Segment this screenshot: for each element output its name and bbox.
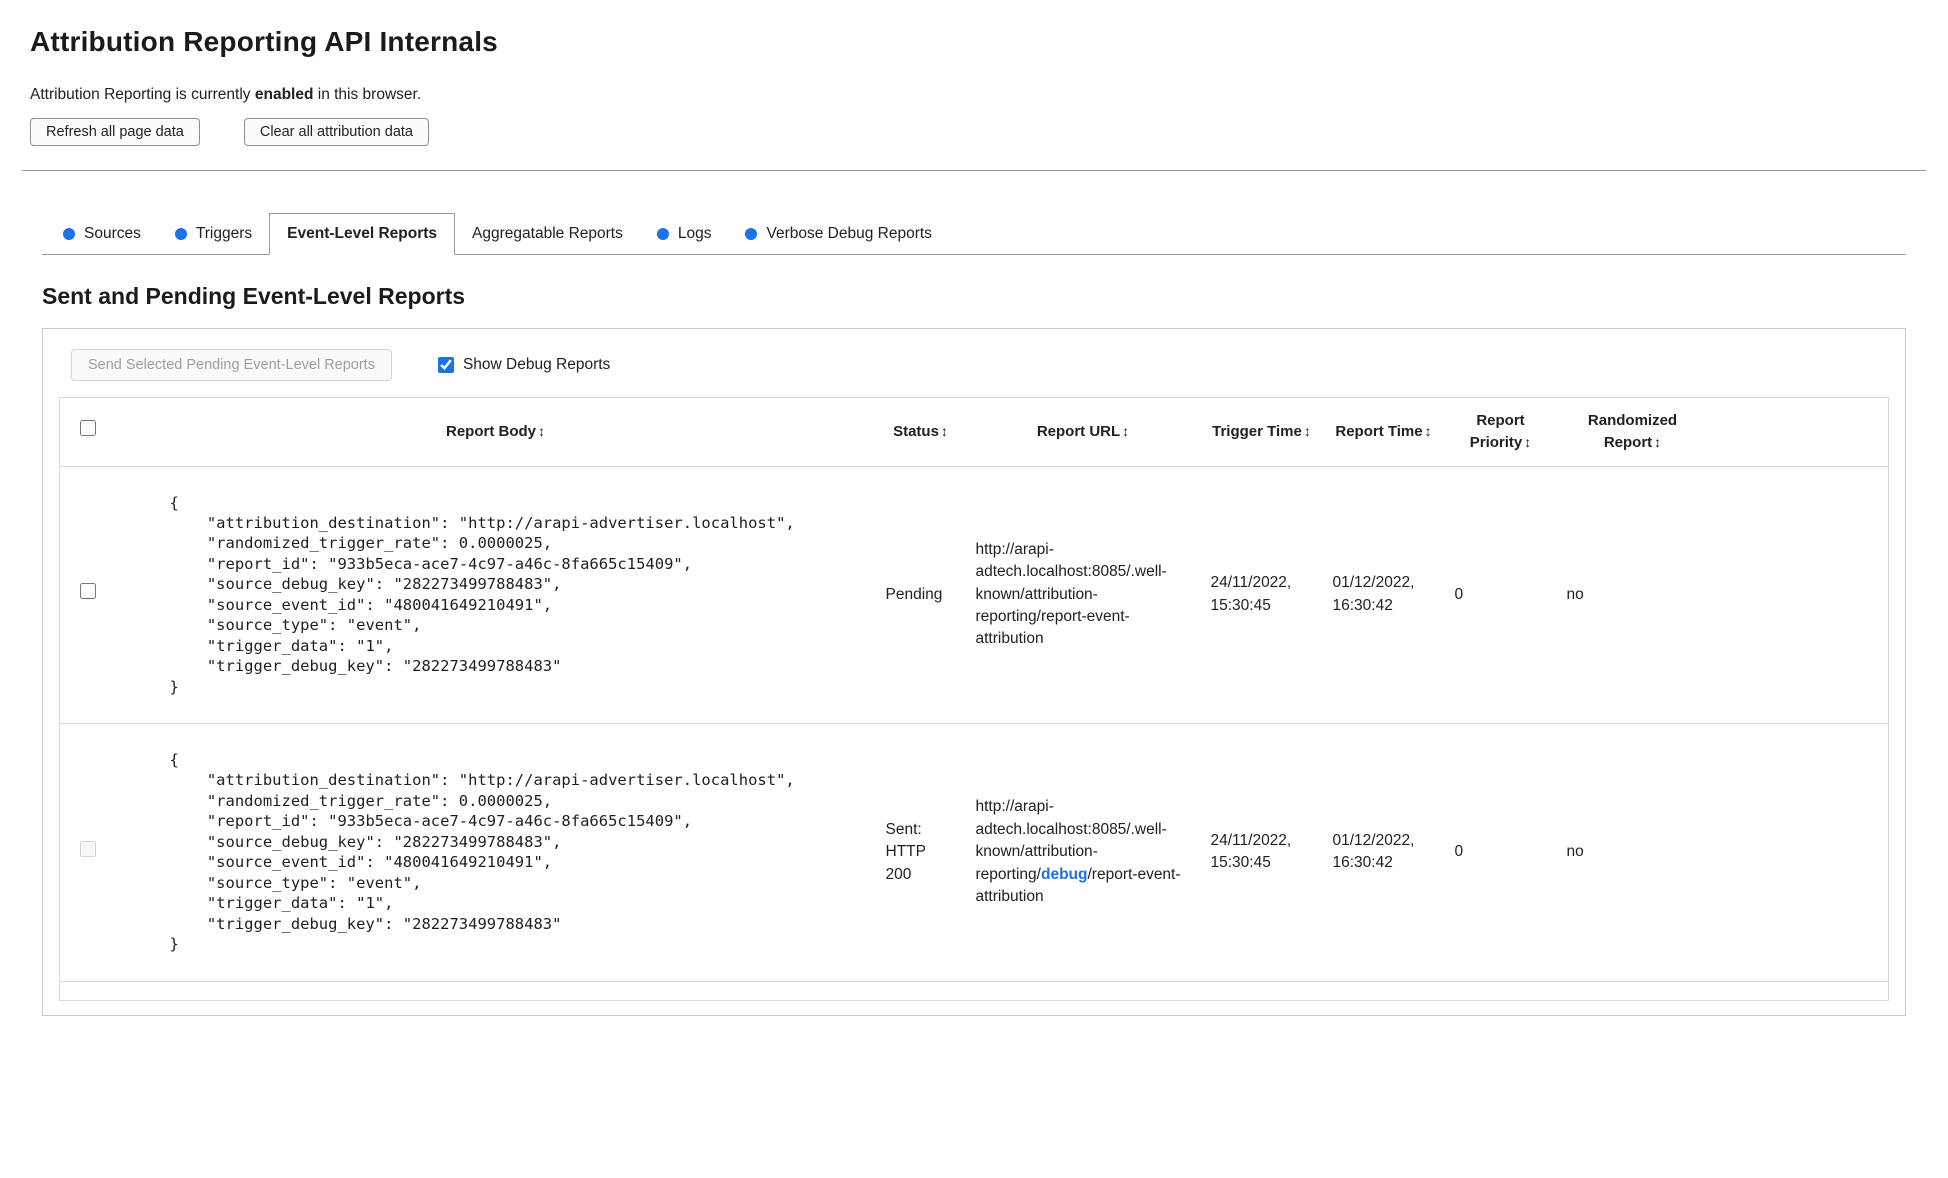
show-debug-reports-label: Show Debug Reports: [462, 356, 611, 373]
row-select-cell: [60, 466, 116, 724]
tab-verbose-debug-reports[interactable]: Verbose Debug Reports: [728, 214, 948, 254]
top-buttons: Refresh all page data Clear all attribut…: [30, 118, 1918, 146]
row-select-cell: [60, 724, 116, 982]
section-heading: Sent and Pending Event-Level Reports: [42, 283, 466, 309]
divider: [22, 170, 1926, 171]
column-header-report-url[interactable]: Report URL ↕: [966, 398, 1201, 467]
page-title: Attribution Reporting API Internals: [30, 26, 498, 57]
send-selected-pending-reports-button[interactable]: Send Selected Pending Event-Level Report…: [71, 349, 392, 381]
new-data-dot-icon: [174, 228, 187, 240]
spacer-cell: [1709, 466, 1889, 724]
tab-label: Aggregatable Reports: [472, 225, 623, 242]
new-data-dot-icon: [63, 228, 75, 240]
report-url-text: http://arapi-adtech.localhost:8085/.well…: [975, 540, 1167, 648]
status-cell: Pending: [885, 585, 943, 603]
report-row: { "attribution_destination": "http://ara…: [59, 466, 1889, 724]
row-select-checkbox: [79, 840, 96, 857]
report-priority-cell: 0: [1454, 585, 1464, 603]
report-body-json: { "attribution_destination": "http://ara…: [169, 493, 795, 696]
tab-label: Logs: [677, 225, 712, 242]
report-time-cell: 01/12/2022, 16:30:42: [1332, 574, 1415, 614]
clear-all-attribution-data-button[interactable]: Clear all attribution data: [243, 118, 429, 146]
column-label: Report URL: [1036, 422, 1121, 440]
sort-icon: ↕: [1524, 433, 1532, 450]
tab-label: Event-Level Reports: [287, 225, 438, 242]
sort-icon: ↕: [1303, 422, 1311, 439]
column-header-trigger-time[interactable]: Trigger Time ↕: [1201, 398, 1323, 467]
tab-sources[interactable]: Sources: [46, 214, 158, 254]
report-row: { "attribution_destination": "http://ara…: [59, 724, 1889, 982]
sort-icon: ↕: [940, 422, 948, 439]
attribution-internals-page: Attribution Reporting API Internals Attr…: [22, 26, 1926, 1016]
select-all-header-cell: [60, 398, 116, 467]
tab-triggers[interactable]: Triggers: [158, 214, 269, 254]
event-level-reports-table: Report Body ↕ Status ↕ Report URL ↕ Trigger…: [59, 397, 1889, 1001]
show-debug-reports-toggle[interactable]: Show Debug Reports: [437, 356, 611, 374]
refresh-all-page-data-button[interactable]: Refresh all page data: [30, 118, 200, 146]
sort-icon: ↕: [1654, 433, 1662, 450]
status-enabled-text: enabled: [254, 86, 314, 103]
panel-toolbar: Send Selected Pending Event-Level Report…: [59, 349, 1889, 381]
column-header-report-body[interactable]: Report Body ↕: [116, 398, 876, 467]
column-label: Report Body: [446, 422, 536, 440]
column-header-randomized-report[interactable]: Randomized Report ↕: [1557, 398, 1709, 467]
column-label: Report Time: [1335, 422, 1423, 440]
tab-aggregatable-reports[interactable]: Aggregatable Reports: [455, 214, 640, 254]
tab-label: Sources: [84, 225, 141, 242]
column-header-status[interactable]: Status ↕: [876, 398, 966, 467]
tab-label: Verbose Debug Reports: [766, 225, 932, 242]
spacer-cell: [1709, 724, 1889, 982]
new-data-dot-icon: [745, 228, 758, 240]
column-label: Status: [893, 422, 939, 440]
tab-bar: Sources Triggers Event-Level Reports Agg…: [42, 213, 1906, 255]
column-label: Randomized Report: [1587, 412, 1678, 451]
report-body-cell: { "attribution_destination": "http://ara…: [116, 724, 876, 982]
lower-content: Sources Triggers Event-Level Reports Agg…: [42, 213, 1906, 1016]
column-label: Report Priority: [1469, 412, 1525, 451]
select-all-checkbox[interactable]: [79, 420, 96, 437]
tab-logs[interactable]: Logs: [640, 214, 729, 254]
show-debug-reports-checkbox[interactable]: [437, 357, 454, 373]
sort-icon: ↕: [538, 422, 545, 439]
row-select-checkbox[interactable]: [79, 583, 96, 600]
report-url-debug-highlight: debug: [1040, 865, 1088, 883]
reports-panel: Send Selected Pending Event-Level Report…: [42, 328, 1906, 1016]
tab-event-level-reports[interactable]: Event-Level Reports: [269, 213, 456, 255]
report-body-json: { "attribution_destination": "http://ara…: [169, 751, 795, 954]
report-url-cell: http://arapi-adtech.localhost:8085/.well…: [966, 466, 1201, 724]
column-header-report-time[interactable]: Report Time ↕: [1323, 398, 1445, 467]
status-text-prefix: Attribution Reporting is currently: [30, 86, 255, 103]
trigger-time-cell: 24/11/2022, 15:30:45: [1210, 574, 1292, 614]
table-header-row: Report Body ↕ Status ↕ Report URL ↕ Trigger…: [59, 398, 1889, 467]
new-data-dot-icon: [656, 228, 669, 240]
sort-icon: ↕: [1122, 422, 1130, 439]
tab-label: Triggers: [195, 225, 253, 242]
column-header-report-priority[interactable]: Report Priority ↕: [1445, 398, 1557, 467]
report-url-cell: http://arapi-adtech.localhost:8085/.well…: [966, 724, 1201, 982]
status-cell: Sent: HTTP 200: [885, 820, 926, 883]
report-time-cell: 01/12/2022, 16:30:42: [1332, 831, 1415, 872]
table-footer-row: [60, 981, 1889, 1000]
report-priority-cell: 0: [1454, 843, 1464, 861]
status-line: Attribution Reporting is currently enabl…: [30, 86, 1918, 104]
trigger-time-cell: 24/11/2022, 15:30:45: [1210, 831, 1292, 872]
randomized-report-cell: no: [1566, 585, 1584, 603]
column-label: Trigger Time: [1212, 422, 1302, 440]
report-body-cell: { "attribution_destination": "http://ara…: [116, 466, 876, 724]
footer-spacer-cell: [60, 981, 1889, 1000]
randomized-report-cell: no: [1566, 843, 1584, 861]
status-text-suffix: in this browser.: [313, 86, 422, 103]
spacer-column-header: [1709, 398, 1889, 467]
sort-icon: ↕: [1424, 422, 1432, 439]
